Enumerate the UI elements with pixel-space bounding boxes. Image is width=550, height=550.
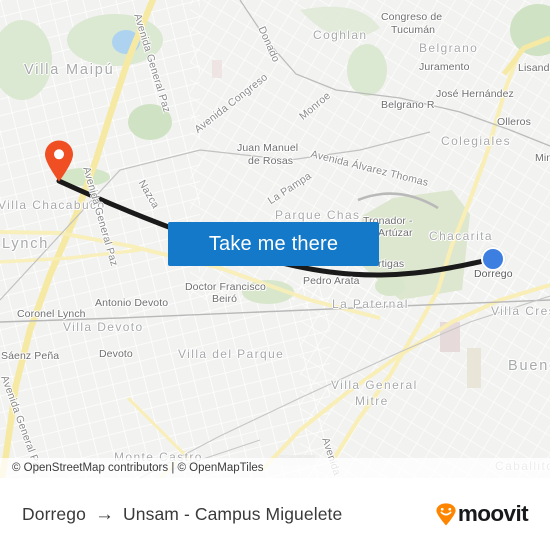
arrow-right-icon: → bbox=[94, 503, 115, 525]
moovit-wordmark: moovit bbox=[457, 501, 529, 526]
route-summary: Dorrego → Unsam - Campus Miguelete bbox=[22, 504, 342, 525]
take-me-there-button[interactable]: Take me there bbox=[168, 222, 379, 266]
map-attribution[interactable]: © OpenStreetMap contributors | © OpenMap… bbox=[0, 458, 550, 478]
map-canvas[interactable]: Villa Maipú Coghlan Belgrano Colegiales Parq… bbox=[0, 0, 550, 478]
route-destination-label: Unsam - Campus Miguelete bbox=[123, 503, 343, 524]
origin-pin-icon[interactable] bbox=[44, 140, 74, 182]
moovit-logo[interactable]: moovit bbox=[435, 501, 529, 527]
moovit-route-preview: Villa Maipú Coghlan Belgrano Colegiales Parq… bbox=[0, 0, 550, 550]
route-origin-label: Dorrego bbox=[22, 503, 86, 524]
destination-dot-icon[interactable] bbox=[481, 247, 505, 271]
moovit-pin-icon bbox=[436, 502, 456, 525]
route-footer: Dorrego → Unsam - Campus Miguelete moovi… bbox=[0, 478, 550, 550]
